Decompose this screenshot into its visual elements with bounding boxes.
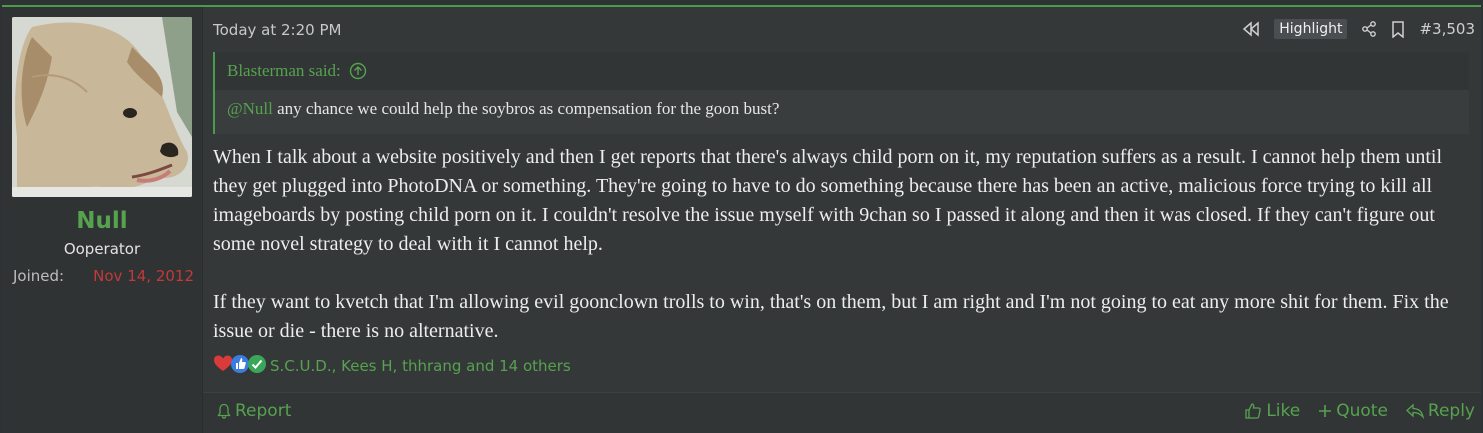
bookmark-icon[interactable]	[1391, 20, 1405, 38]
post-tools: Highlight #3,503	[1242, 19, 1475, 39]
quote-body: @Null any chance we could help the soybr…	[215, 90, 1469, 119]
avatar[interactable]	[12, 17, 192, 197]
post-time[interactable]: Today at 2:20 PM	[213, 21, 341, 39]
message-paragraph-2: If they want to kvetch that I'm allowing…	[213, 291, 1449, 342]
joined-label: Joined:	[13, 267, 65, 285]
mention-link[interactable]: @Null	[227, 99, 273, 118]
share-icon[interactable]	[1361, 21, 1377, 37]
plus-icon	[1318, 404, 1332, 418]
message-paragraph-1: When I talk about a website positively a…	[213, 146, 1443, 255]
thumbs-up-outline-icon	[1244, 402, 1262, 420]
post-container: Null Ooperator Joined: Nov 14, 2012 Toda…	[2, 5, 1481, 433]
message-body: When I talk about a website positively a…	[213, 143, 1473, 375]
like-label: Like	[1266, 401, 1301, 421]
rewind-icon[interactable]	[1242, 21, 1260, 37]
user-sidebar: Null Ooperator Joined: Nov 14, 2012	[2, 7, 203, 433]
reply-arrow-icon	[1405, 403, 1424, 419]
username[interactable]: Null	[2, 208, 202, 234]
quote-block: Blasterman said: @Null any chance we cou…	[213, 52, 1469, 134]
post-actions: Like Quote Reply	[1244, 401, 1475, 421]
like-button[interactable]: Like	[1244, 401, 1300, 421]
quote-text: any chance we could help the soybros as …	[272, 99, 780, 118]
joined-date: Nov 14, 2012	[93, 267, 194, 285]
check-icon	[247, 354, 267, 378]
quote-author[interactable]: Blasterman said:	[227, 61, 341, 81]
report-label: Report	[235, 401, 292, 421]
reply-label: Reply	[1427, 401, 1475, 421]
quote-header: Blasterman said:	[215, 52, 1469, 90]
report-button[interactable]: Report	[217, 401, 291, 421]
bell-icon	[217, 403, 231, 419]
arrow-up-circle-icon[interactable]	[349, 62, 367, 80]
quote-label: Quote	[1336, 401, 1388, 421]
reactions-bar[interactable]: S.C.U.D., Kees H, thhrang and 14 others	[213, 354, 571, 378]
reaction-icons[interactable]	[213, 354, 267, 378]
reply-button[interactable]: Reply	[1405, 401, 1475, 421]
post-footer: Report Like Quote Reply	[203, 392, 1481, 433]
highlight-button[interactable]: Highlight	[1274, 19, 1348, 39]
post-main: Today at 2:20 PM Highlight #3,503 Blaste…	[203, 7, 1481, 433]
quote-button[interactable]: Quote	[1318, 401, 1388, 421]
user-title: Ooperator	[63, 240, 141, 258]
post-number[interactable]: #3,503	[1419, 20, 1475, 38]
reaction-users[interactable]: S.C.U.D., Kees H, thhrang and 14 others	[270, 357, 571, 375]
